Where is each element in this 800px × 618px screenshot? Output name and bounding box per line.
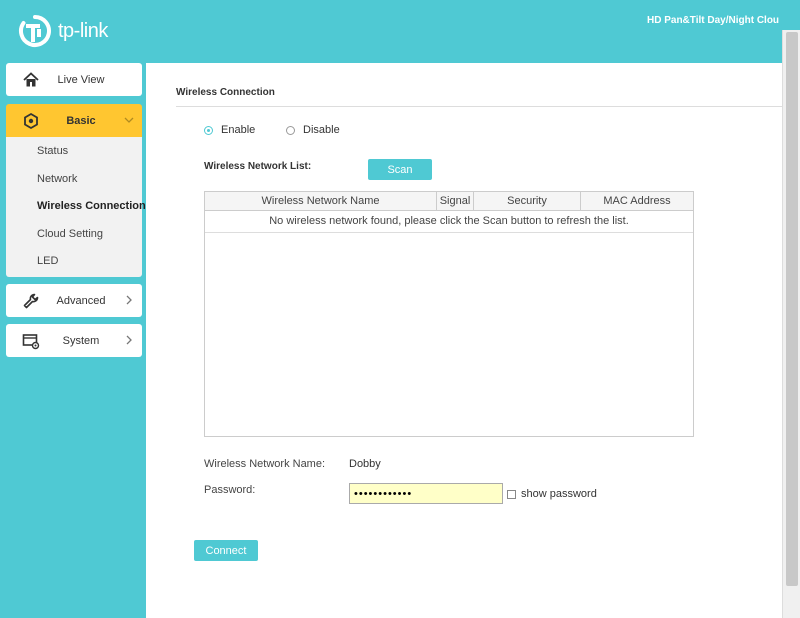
network-name-label: Wireless Network Name: (204, 458, 326, 470)
submenu-item-led[interactable]: LED (37, 255, 58, 267)
chevron-right-icon (126, 295, 132, 305)
network-name-value: Dobby (349, 458, 381, 470)
main-content: Wireless Connection Enable Disable Wirel… (146, 63, 782, 618)
enable-radio-option[interactable]: Enable (204, 124, 255, 136)
disable-radio[interactable] (286, 125, 295, 135)
table-empty-message: No wireless network found, please click … (205, 211, 693, 233)
tp-link-logo-icon (19, 15, 51, 47)
scan-button[interactable]: Scan (368, 159, 432, 180)
show-password-checkbox[interactable] (507, 489, 516, 499)
scrollbar-thumb[interactable] (786, 32, 798, 586)
column-header-network-name: Wireless Network Name (205, 192, 437, 210)
section-title: Wireless Connection (176, 87, 275, 98)
device-title: HD Pan&Tilt Day/Night Clou (647, 15, 780, 26)
column-header-security: Security (474, 192, 581, 210)
column-header-mac-address: MAC Address (603, 195, 671, 207)
sidebar-item-advanced[interactable]: Advanced (6, 284, 142, 317)
password-field[interactable] (349, 483, 503, 504)
enable-label: Enable (221, 124, 256, 136)
logo-text: tp-link (58, 19, 108, 42)
submenu-item-cloud-setting[interactable]: Cloud Setting (37, 228, 103, 240)
disable-radio-option[interactable]: Disable (286, 124, 340, 136)
chevron-down-icon (124, 117, 134, 123)
tp-link-logo[interactable]: tp-link (18, 14, 108, 48)
disable-label: Disable (303, 124, 340, 136)
enable-radio[interactable] (204, 125, 213, 135)
connect-button[interactable]: Connect (194, 540, 258, 561)
basic-submenu: Status Network Wireless Connection Cloud… (6, 137, 146, 277)
sidebar-item-basic[interactable]: Basic (6, 104, 142, 137)
column-header-signal: Signal (437, 192, 474, 210)
submenu-item-network[interactable]: Network (37, 173, 77, 185)
sidebar-item-system[interactable]: System (6, 324, 142, 357)
page-scrollbar[interactable] (782, 30, 800, 618)
table-header: Wireless Network Name Signal Security MA… (205, 192, 693, 211)
submenu-item-status[interactable]: Status (37, 145, 68, 157)
header-bar: tp-link HD Pan&Tilt Day/Night Clou (0, 0, 800, 63)
sidebar-item-label: Live View (57, 73, 105, 86)
section-divider (176, 106, 782, 107)
chevron-right-icon (126, 335, 132, 345)
submenu-item-wireless-connection[interactable]: Wireless Connection (37, 200, 146, 212)
password-label: Password: (204, 484, 256, 496)
sidebar-item-live-view[interactable]: Live View (6, 63, 142, 96)
wireless-network-table: Wireless Network Name Signal Security MA… (204, 191, 694, 437)
network-list-label: Wireless Network List: (204, 161, 312, 172)
show-password-option[interactable]: show password (507, 488, 597, 500)
show-password-label: show password (521, 488, 597, 500)
